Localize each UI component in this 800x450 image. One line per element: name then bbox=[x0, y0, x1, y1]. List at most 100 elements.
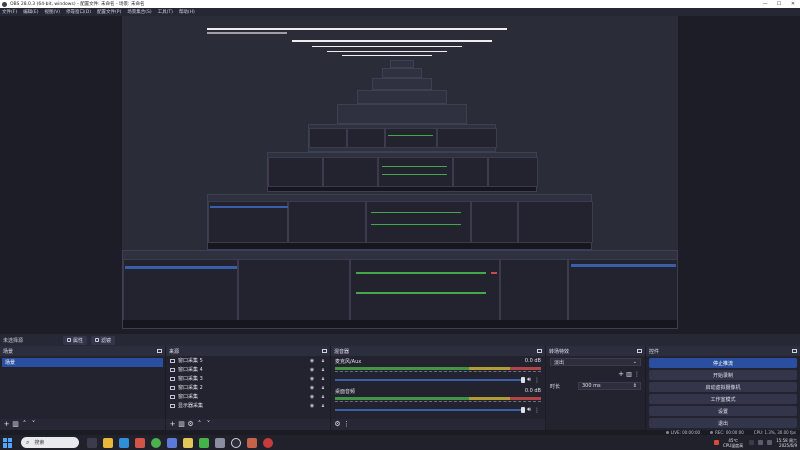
weather-widget[interactable]: 45℃ CPU温度高 bbox=[723, 438, 743, 448]
chevron-down-icon: ⌄ bbox=[632, 359, 637, 365]
folder-app-icon[interactable] bbox=[183, 437, 193, 448]
lock-icon[interactable]: 🔒︎ bbox=[320, 358, 326, 364]
speaker-icon[interactable]: 🔊︎ bbox=[525, 406, 533, 414]
obs-taskbar-icon[interactable] bbox=[231, 437, 241, 448]
visibility-eye-icon[interactable]: ◉ bbox=[309, 367, 315, 373]
obs-app-icon bbox=[2, 1, 7, 7]
stop-streaming-button[interactable]: 停止推流 bbox=[649, 358, 797, 368]
source-item[interactable]: 窗口采集 4 ◉ 🔒︎ bbox=[166, 365, 330, 374]
menu-tools[interactable]: 工具(T) bbox=[158, 9, 173, 15]
move-down-button[interactable]: ˅ bbox=[30, 421, 37, 428]
scene-list-item[interactable]: 场景 bbox=[2, 358, 163, 367]
dock-float-icon[interactable] bbox=[157, 349, 162, 353]
remove-scene-button[interactable]: ▥ bbox=[12, 421, 19, 428]
edge-browser-icon[interactable] bbox=[119, 437, 129, 448]
lock-icon[interactable]: 🔒︎ bbox=[320, 376, 326, 382]
dock-float-icon[interactable] bbox=[537, 349, 542, 353]
source-item[interactable]: 窗口采集 3 ◉ 🔒︎ bbox=[166, 374, 330, 383]
close-button[interactable]: ✕ bbox=[786, 1, 800, 7]
move-down-button[interactable]: ˅ bbox=[205, 421, 212, 428]
menu-scene-collection[interactable]: 场景集合(S) bbox=[127, 9, 151, 15]
volume-slider-handle[interactable] bbox=[521, 407, 525, 413]
preview-area[interactable] bbox=[0, 16, 800, 334]
visibility-eye-icon[interactable]: ◉ bbox=[309, 376, 315, 382]
taskbar-clock[interactable]: 15:58 周六 2025/6/9 bbox=[776, 438, 797, 448]
preview-canvas[interactable] bbox=[122, 16, 678, 329]
studio-mode-button[interactable]: 工作室模式 bbox=[649, 394, 797, 404]
volume-icon[interactable] bbox=[767, 440, 773, 445]
menu-edit[interactable]: 编辑(E) bbox=[23, 9, 38, 15]
game-app-icon[interactable] bbox=[247, 437, 257, 448]
recording-app-icon[interactable] bbox=[263, 437, 273, 448]
volume-slider-handle[interactable] bbox=[521, 377, 525, 383]
remove-source-button[interactable]: ▥ bbox=[178, 421, 185, 428]
volume-slider[interactable] bbox=[335, 407, 525, 413]
windows-start-icon[interactable] bbox=[3, 437, 13, 448]
notes-app-icon[interactable] bbox=[215, 437, 225, 448]
gear-icon bbox=[67, 338, 72, 342]
transition-duration-row: 时长 300 ms ⇕ bbox=[546, 380, 645, 392]
start-recording-button[interactable]: 开始录制 bbox=[649, 370, 797, 380]
task-view-icon[interactable] bbox=[87, 437, 97, 448]
nested-capture-2 bbox=[122, 250, 678, 329]
menu-help[interactable]: 帮助(H) bbox=[179, 9, 195, 15]
window-title: OBS 28.0.3 (64-bit, windows) - 配置文件: 未命名… bbox=[10, 2, 145, 7]
store-app-icon[interactable] bbox=[167, 437, 177, 448]
dock-float-icon[interactable] bbox=[637, 349, 642, 353]
mixer-menu-button[interactable]: ⋮ bbox=[343, 421, 350, 428]
more-options-icon[interactable]: ⋮ bbox=[533, 377, 541, 384]
add-transition-button[interactable]: + bbox=[617, 370, 625, 378]
chrome-browser-icon[interactable] bbox=[151, 437, 161, 448]
visibility-eye-icon[interactable]: ◉ bbox=[309, 385, 315, 391]
visibility-eye-icon[interactable]: ◉ bbox=[309, 403, 315, 409]
more-options-icon[interactable]: ⋮ bbox=[533, 407, 541, 414]
add-source-button[interactable]: + bbox=[169, 421, 176, 428]
advanced-audio-button[interactable]: ⚙ bbox=[334, 421, 341, 428]
start-virtual-camera-button[interactable]: 启动虚拟摄像机 bbox=[649, 382, 797, 392]
source-item[interactable]: 窗口采集 ◉ 🔒︎ bbox=[166, 392, 330, 401]
channel-db: 0.0 dB bbox=[524, 388, 541, 394]
network-icon[interactable] bbox=[758, 440, 764, 445]
source-item[interactable]: 窗口采集 5 ◉ 🔒︎ bbox=[166, 356, 330, 365]
dock-float-icon[interactable] bbox=[322, 349, 327, 353]
volume-meter bbox=[335, 367, 541, 370]
menu-view[interactable]: 视图(V) bbox=[44, 9, 60, 15]
minimize-button[interactable]: — bbox=[758, 1, 772, 7]
channel-name: 麦克风/Aux bbox=[335, 359, 362, 365]
menu-file[interactable]: 文件(F) bbox=[2, 9, 17, 15]
duration-spinbox[interactable]: 300 ms ⇕ bbox=[578, 382, 641, 390]
dock-float-icon[interactable] bbox=[792, 349, 797, 353]
volume-slider[interactable] bbox=[335, 377, 525, 383]
file-explorer-icon[interactable] bbox=[103, 437, 113, 448]
speaker-icon[interactable]: 🔊︎ bbox=[525, 376, 533, 384]
remove-transition-button[interactable]: ▥ bbox=[625, 371, 633, 378]
chevron-up-icon[interactable] bbox=[749, 440, 755, 445]
visibility-eye-icon[interactable]: ◉ bbox=[309, 358, 315, 364]
source-item[interactable]: 显示器采集 ◉ 🔒︎ bbox=[166, 401, 330, 410]
menu-profile[interactable]: 配置文件(P) bbox=[97, 9, 121, 15]
wechat-app-icon[interactable] bbox=[199, 437, 209, 448]
media-app-icon[interactable] bbox=[135, 437, 145, 448]
audio-mixer-dock: 混音器 麦克风/Aux 0.0 dB 🔊︎ ⋮ 桌面音频 0.0 dB 🔊︎ ⋮ ⚙ ⋮ bbox=[331, 346, 546, 430]
lock-icon[interactable]: 🔒︎ bbox=[320, 394, 326, 400]
taskbar-search-box[interactable]: ⌕ 搜索 bbox=[21, 437, 79, 448]
transition-settings-button[interactable]: ⋮ bbox=[633, 371, 641, 378]
menu-docks[interactable]: 停靠窗口(D) bbox=[66, 9, 91, 15]
input-method-icon[interactable] bbox=[714, 440, 720, 445]
source-item[interactable]: 窗口采集 2 ◉ 🔒︎ bbox=[166, 383, 330, 392]
properties-button[interactable]: 属性 bbox=[63, 335, 88, 345]
lock-icon[interactable]: 🔒︎ bbox=[320, 367, 326, 373]
exit-button[interactable]: 退出 bbox=[649, 418, 797, 428]
visibility-eye-icon[interactable]: ◉ bbox=[309, 394, 315, 400]
maximize-button[interactable]: ☐ bbox=[772, 1, 786, 7]
move-up-button[interactable]: ˄ bbox=[21, 421, 28, 428]
meter-ticks bbox=[335, 401, 541, 404]
move-up-button[interactable]: ˄ bbox=[196, 421, 203, 428]
lock-icon[interactable]: 🔒︎ bbox=[320, 403, 326, 409]
lock-icon[interactable]: 🔒︎ bbox=[320, 385, 326, 391]
settings-button[interactable]: 设置 bbox=[649, 406, 797, 416]
filters-button[interactable]: 滤镜 bbox=[91, 335, 116, 345]
transition-type-select[interactable]: 淡出 ⌄ bbox=[550, 358, 641, 366]
source-properties-button[interactable]: ⚙ bbox=[187, 421, 194, 428]
add-scene-button[interactable]: + bbox=[3, 421, 10, 428]
